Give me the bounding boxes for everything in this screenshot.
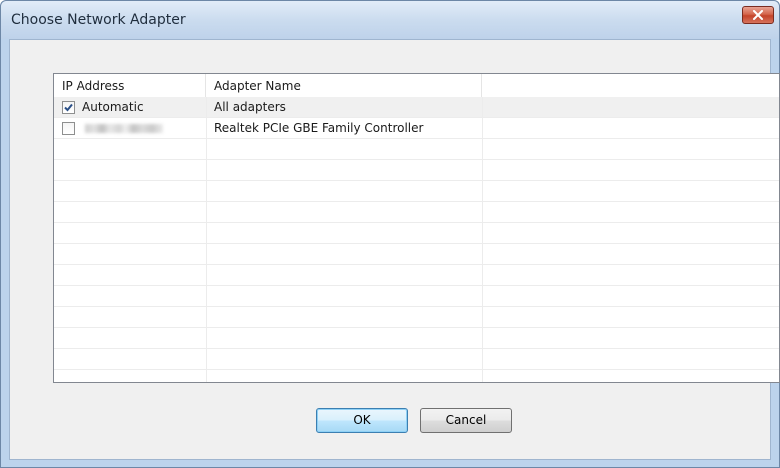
table-row[interactable]: Automatic All adapters: [54, 97, 779, 118]
empty-row: [54, 286, 779, 307]
redacted-ip-address: [85, 124, 163, 133]
checkmark-icon: [64, 103, 73, 112]
list-header: IP Address Adapter Name: [54, 74, 779, 98]
empty-row: [54, 223, 779, 244]
dialog-window: Choose Network Adapter IP Address Adapte…: [0, 0, 780, 468]
dialog-client-area: IP Address Adapter Name Automatic All ada…: [9, 39, 780, 460]
column-header-adapter-name[interactable]: Adapter Name: [206, 74, 482, 97]
window-title: Choose Network Adapter: [11, 12, 186, 28]
empty-row: [54, 160, 779, 181]
column-header-filler: [482, 74, 779, 97]
table-row[interactable]: Realtek PCIe GBE Family Controller: [54, 118, 779, 139]
column-header-ip-address[interactable]: IP Address: [54, 74, 206, 97]
row-checkbox[interactable]: [62, 122, 75, 135]
empty-row: [54, 349, 779, 370]
ip-address-cell: Automatic: [82, 100, 144, 114]
column-divider: [206, 97, 207, 382]
close-button[interactable]: [742, 6, 774, 24]
column-divider: [482, 97, 483, 382]
ok-button[interactable]: OK: [316, 408, 408, 433]
empty-row: [54, 202, 779, 223]
close-icon: [753, 10, 763, 20]
empty-row: [54, 307, 779, 328]
title-bar[interactable]: Choose Network Adapter: [1, 1, 779, 39]
empty-row: [54, 244, 779, 265]
empty-row: [54, 328, 779, 349]
empty-row: [54, 181, 779, 202]
adapter-list[interactable]: IP Address Adapter Name Automatic All ada…: [53, 73, 780, 383]
empty-row: [54, 139, 779, 160]
empty-row: [54, 265, 779, 286]
cancel-button[interactable]: Cancel: [420, 408, 512, 433]
adapter-name-cell: All adapters: [214, 100, 286, 114]
adapter-name-cell: Realtek PCIe GBE Family Controller: [214, 121, 424, 135]
row-checkbox[interactable]: [62, 101, 75, 114]
